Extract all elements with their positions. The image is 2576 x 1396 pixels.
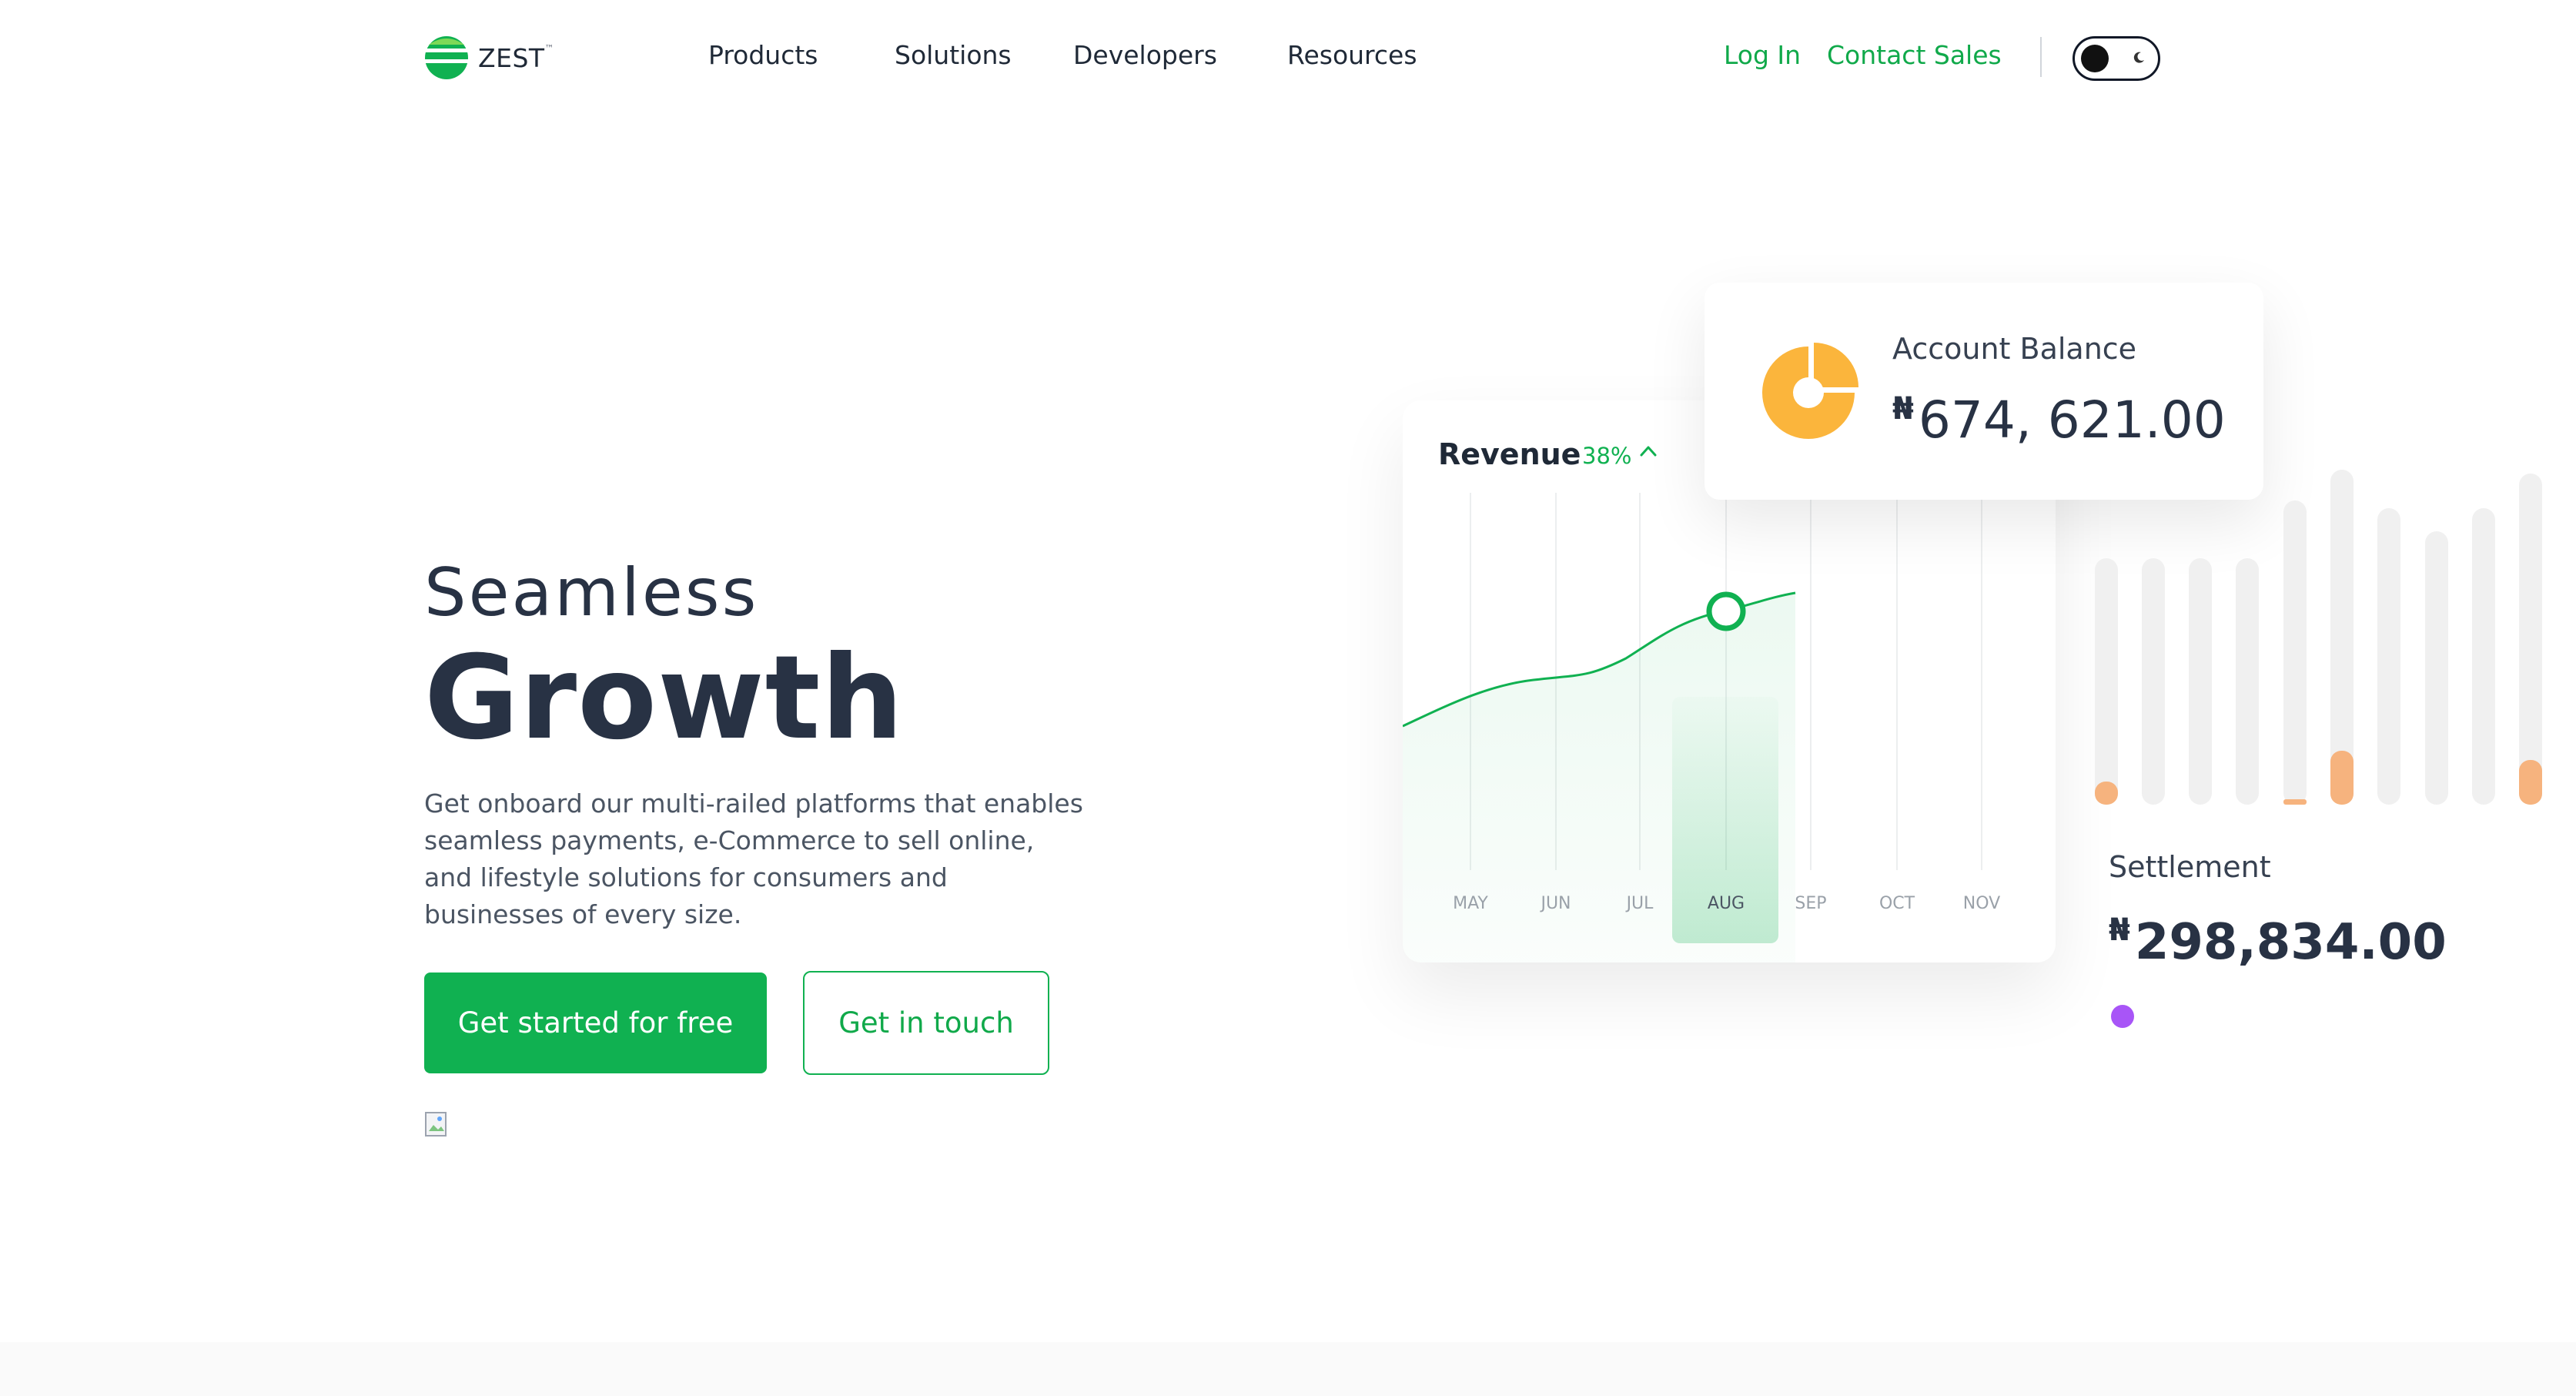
nav-products[interactable]: Products	[708, 40, 818, 70]
settlement-bar-fill	[2519, 760, 2542, 805]
hero-pretitle: Seamless	[424, 554, 759, 631]
pie-chart-icon	[1762, 343, 1858, 439]
settlement-bar	[2377, 508, 2400, 805]
settlement-bar	[2283, 500, 2307, 805]
settlement-bar-fill	[2095, 782, 2118, 805]
settlement-bar	[2189, 558, 2212, 805]
month-label-aug: AUG	[1708, 894, 1745, 913]
month-label-nov: NOV	[1963, 894, 2000, 913]
hero-title: Growth	[424, 631, 905, 765]
settlement-bar-fill	[2330, 751, 2354, 805]
moon-icon	[2133, 52, 2144, 63]
settlement-value: ₦298,834.00	[2109, 912, 2447, 971]
nav-solutions[interactable]: Solutions	[895, 40, 1012, 70]
settlement-bar	[2472, 508, 2495, 805]
balance-label: Account Balance	[1892, 332, 2137, 366]
zest-logo-icon	[424, 36, 469, 79]
broken-image-icon	[425, 1112, 447, 1137]
month-label-jun: JUN	[1539, 894, 1571, 913]
status-dot	[2111, 1005, 2134, 1028]
settlement-bar-fill	[2283, 799, 2307, 805]
chevron-up-icon	[1640, 446, 1657, 457]
settlement-bar-chart	[2095, 470, 2542, 805]
settlement-bar	[2519, 474, 2542, 805]
naira-symbol: ₦	[2109, 912, 2130, 948]
month-label-may: MAY	[1453, 894, 1488, 913]
balance-value: ₦674, 621.00	[1892, 390, 2226, 450]
settlement-bar	[2095, 558, 2118, 805]
toggle-knob	[2081, 45, 2109, 72]
settlement-bar	[2236, 558, 2259, 805]
settlement-bar	[2425, 531, 2448, 805]
naira-symbol: ₦	[1892, 391, 1914, 427]
brand-name: ZEST™	[478, 42, 555, 73]
get-in-touch-button[interactable]: Get in touch	[803, 971, 1049, 1075]
nav-divider	[2040, 37, 2042, 77]
revenue-point-marker	[1706, 591, 1746, 631]
settlement-bar	[2142, 558, 2165, 805]
revenue-title: Revenue	[1438, 437, 1581, 471]
nav-resources[interactable]: Resources	[1287, 40, 1417, 70]
nav-developers[interactable]: Developers	[1073, 40, 1217, 70]
revenue-change: 38%	[1582, 443, 1632, 469]
brand-logo[interactable]: ZEST™	[424, 34, 554, 82]
next-section-band	[0, 1342, 2576, 1396]
month-label-oct: OCT	[1879, 894, 1915, 913]
hero-description: Get onboard our multi-railed platforms t…	[424, 788, 1083, 929]
get-started-button[interactable]: Get started for free	[424, 973, 767, 1073]
settlement-label: Settlement	[2109, 850, 2271, 884]
login-link[interactable]: Log In	[1724, 40, 1801, 70]
month-label-sep: SEP	[1795, 894, 1826, 913]
theme-toggle[interactable]	[2073, 36, 2160, 81]
contact-sales-link[interactable]: Contact Sales	[1827, 40, 2002, 70]
month-label-jul: JUL	[1625, 894, 1654, 913]
